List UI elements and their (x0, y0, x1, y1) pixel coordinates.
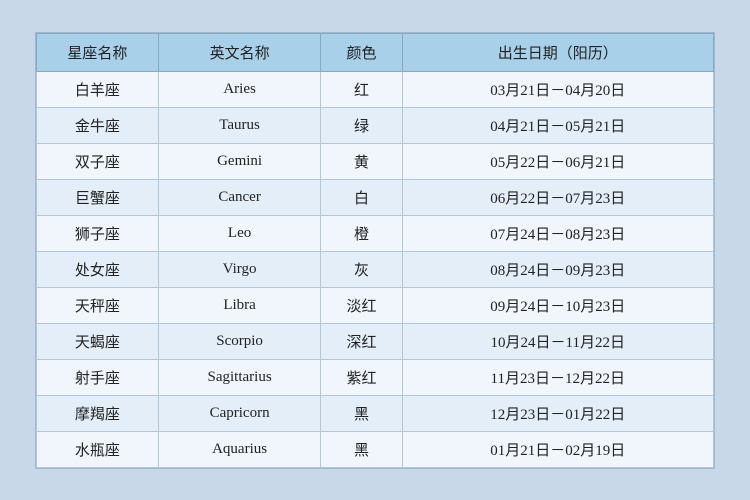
zodiac-table: 星座名称 英文名称 颜色 出生日期（阳历） 白羊座Aries红03月21日－04… (36, 33, 714, 468)
table-row: 射手座Sagittarius紫红11月23日－12月22日 (37, 359, 714, 395)
cell-cn: 射手座 (37, 359, 159, 395)
table-row: 水瓶座Aquarius黑01月21日－02月19日 (37, 431, 714, 467)
table-row: 巨蟹座Cancer白06月22日－07月23日 (37, 179, 714, 215)
cell-color: 深红 (321, 323, 402, 359)
cell-en: Aquarius (158, 431, 320, 467)
header-cn: 星座名称 (37, 33, 159, 71)
table-header-row: 星座名称 英文名称 颜色 出生日期（阳历） (37, 33, 714, 71)
cell-color: 灰 (321, 251, 402, 287)
cell-en: Scorpio (158, 323, 320, 359)
cell-color: 白 (321, 179, 402, 215)
cell-cn: 白羊座 (37, 71, 159, 107)
table-row: 摩羯座Capricorn黑12月23日－01月22日 (37, 395, 714, 431)
table-row: 处女座Virgo灰08月24日－09月23日 (37, 251, 714, 287)
cell-en: Gemini (158, 143, 320, 179)
cell-date: 06月22日－07月23日 (402, 179, 713, 215)
table-row: 天秤座Libra淡红09月24日－10月23日 (37, 287, 714, 323)
cell-en: Cancer (158, 179, 320, 215)
cell-date: 12月23日－01月22日 (402, 395, 713, 431)
cell-cn: 天蝎座 (37, 323, 159, 359)
table-row: 狮子座Leo橙07月24日－08月23日 (37, 215, 714, 251)
cell-en: Sagittarius (158, 359, 320, 395)
table-row: 天蝎座Scorpio深红10月24日－11月22日 (37, 323, 714, 359)
cell-en: Taurus (158, 107, 320, 143)
cell-color: 绿 (321, 107, 402, 143)
header-date: 出生日期（阳历） (402, 33, 713, 71)
cell-color: 黑 (321, 395, 402, 431)
cell-color: 淡红 (321, 287, 402, 323)
cell-en: Capricorn (158, 395, 320, 431)
zodiac-table-container: 星座名称 英文名称 颜色 出生日期（阳历） 白羊座Aries红03月21日－04… (35, 32, 715, 469)
cell-color: 红 (321, 71, 402, 107)
cell-cn: 处女座 (37, 251, 159, 287)
cell-date: 07月24日－08月23日 (402, 215, 713, 251)
cell-en: Virgo (158, 251, 320, 287)
cell-cn: 双子座 (37, 143, 159, 179)
cell-date: 10月24日－11月22日 (402, 323, 713, 359)
cell-cn: 摩羯座 (37, 395, 159, 431)
cell-date: 05月22日－06月21日 (402, 143, 713, 179)
table-row: 双子座Gemini黄05月22日－06月21日 (37, 143, 714, 179)
cell-en: Libra (158, 287, 320, 323)
cell-color: 橙 (321, 215, 402, 251)
cell-cn: 金牛座 (37, 107, 159, 143)
cell-date: 09月24日－10月23日 (402, 287, 713, 323)
cell-en: Leo (158, 215, 320, 251)
cell-date: 03月21日－04月20日 (402, 71, 713, 107)
cell-date: 11月23日－12月22日 (402, 359, 713, 395)
table-row: 金牛座Taurus绿04月21日－05月21日 (37, 107, 714, 143)
header-en: 英文名称 (158, 33, 320, 71)
cell-en: Aries (158, 71, 320, 107)
cell-cn: 巨蟹座 (37, 179, 159, 215)
cell-date: 04月21日－05月21日 (402, 107, 713, 143)
cell-cn: 天秤座 (37, 287, 159, 323)
cell-date: 08月24日－09月23日 (402, 251, 713, 287)
cell-date: 01月21日－02月19日 (402, 431, 713, 467)
cell-color: 黑 (321, 431, 402, 467)
header-color: 颜色 (321, 33, 402, 71)
table-row: 白羊座Aries红03月21日－04月20日 (37, 71, 714, 107)
cell-color: 黄 (321, 143, 402, 179)
cell-color: 紫红 (321, 359, 402, 395)
cell-cn: 狮子座 (37, 215, 159, 251)
cell-cn: 水瓶座 (37, 431, 159, 467)
